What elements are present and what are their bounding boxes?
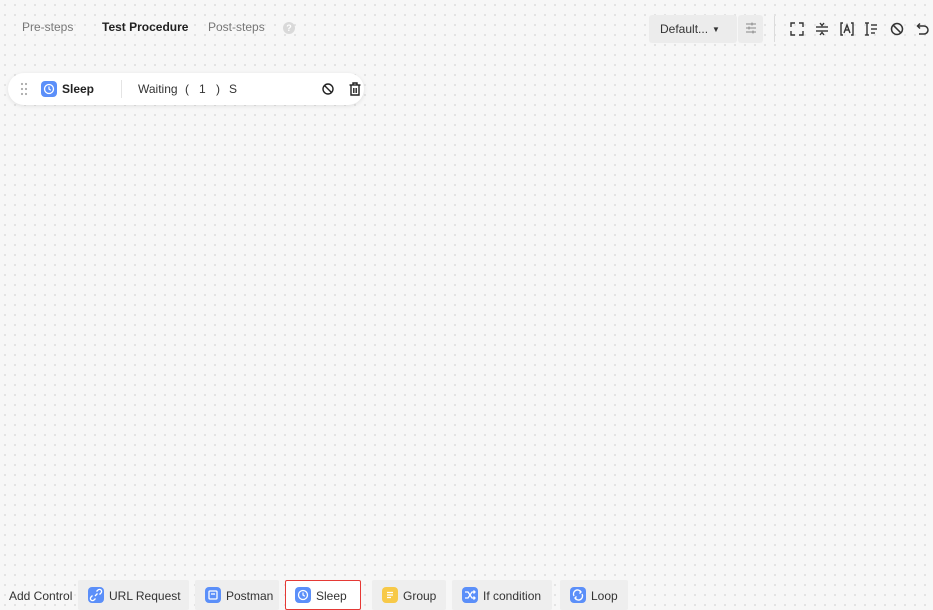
add-group-button[interactable]: Group: [372, 580, 446, 610]
add-if-condition-button[interactable]: If condition: [452, 580, 552, 610]
close-paren: ): [216, 82, 220, 96]
add-control-bar: Add Control URL Request Postman Sleep Gr…: [0, 580, 933, 610]
expand-icon[interactable]: [789, 21, 805, 37]
environment-select-value: Default...: [660, 22, 709, 36]
question-icon[interactable]: ?: [283, 22, 295, 34]
add-url-request-button[interactable]: URL Request: [78, 580, 189, 610]
variable-icon[interactable]: [839, 21, 855, 37]
add-url-request-label: URL Request: [109, 589, 181, 603]
top-bar: Pre-steps Test Procedure Post-steps ? De…: [0, 0, 933, 58]
link-icon: [88, 587, 104, 603]
add-control-label: Add Control: [9, 589, 73, 603]
trash-icon[interactable]: [348, 81, 362, 97]
caret-down-icon: ▼: [712, 25, 720, 34]
add-sleep-button[interactable]: Sleep: [285, 580, 361, 610]
step-waiting-label: Waiting: [138, 82, 178, 96]
step-divider: [121, 80, 122, 98]
clock-icon: [295, 587, 311, 603]
add-group-label: Group: [403, 589, 437, 603]
undo-icon[interactable]: [914, 21, 930, 37]
environment-select[interactable]: Default... ▼: [649, 15, 737, 43]
step-name: Sleep: [62, 82, 95, 96]
add-loop-button[interactable]: Loop: [560, 580, 628, 610]
add-postman-button[interactable]: Postman: [195, 580, 279, 610]
clock-icon: [41, 81, 57, 97]
disable-icon[interactable]: [321, 82, 335, 96]
add-loop-label: Loop: [591, 589, 618, 603]
open-paren: (: [185, 82, 189, 96]
sort-icon[interactable]: [863, 21, 879, 37]
step-unit: S: [229, 82, 238, 96]
drag-handle-icon[interactable]: [20, 82, 28, 96]
collapse-icon[interactable]: [814, 21, 830, 37]
loop-icon: [570, 587, 586, 603]
shuffle-icon: [462, 587, 478, 603]
tab-pre-steps[interactable]: Pre-steps: [22, 20, 73, 34]
tab-test-procedure[interactable]: Test Procedure: [102, 20, 188, 34]
disable-icon[interactable]: [889, 21, 905, 37]
filter-button[interactable]: [738, 15, 763, 43]
tab-post-steps[interactable]: Post-steps: [208, 20, 265, 34]
filter-icon: [745, 22, 756, 34]
sleep-seconds-input[interactable]: 1: [199, 82, 206, 96]
add-postman-label: Postman: [226, 589, 274, 603]
toolbar-divider: [774, 16, 775, 42]
add-sleep-label: Sleep: [316, 589, 347, 603]
postman-icon: [205, 587, 221, 603]
step-card-sleep[interactable]: Sleep Waiting ( 1 ) S: [8, 73, 364, 105]
group-icon: [382, 587, 398, 603]
add-if-condition-label: If condition: [483, 589, 542, 603]
